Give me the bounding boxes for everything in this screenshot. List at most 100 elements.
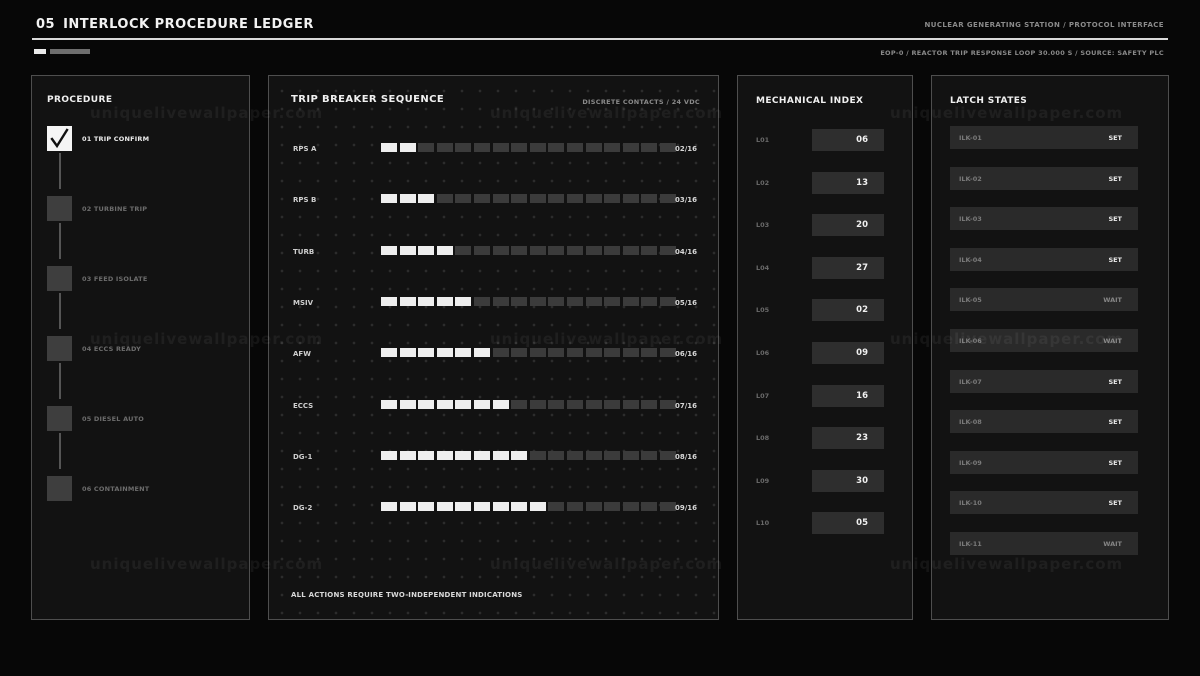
index-value: 02 — [812, 299, 884, 322]
contact-cell-open — [492, 245, 509, 255]
contact-cell-open — [604, 502, 621, 512]
index-key: L04 — [756, 263, 770, 272]
latch-key: ILK-04 — [959, 255, 982, 264]
latch-state: SET — [1108, 499, 1122, 508]
contact-cell-open — [529, 450, 546, 460]
contact-cell-closed — [381, 296, 397, 306]
trip-row-count: 07/16 — [675, 401, 698, 410]
contact-cell-open — [566, 194, 583, 204]
index-value: 09 — [812, 342, 884, 364]
contact-cell-closed — [399, 296, 416, 306]
contact-cell-open — [566, 245, 583, 255]
mechanical-index-row: L07 16 — [756, 384, 886, 407]
contact-cell-open — [659, 245, 676, 255]
mechanical-index-row: L04 27 — [756, 256, 886, 279]
procedure-step[interactable]: 02 TURBINE TRIP — [47, 196, 237, 222]
contact-cell-open — [604, 348, 621, 358]
index-key: L05 — [756, 306, 770, 315]
contact-cell-closed — [381, 399, 397, 409]
trip-row-count: 09/16 — [675, 504, 698, 513]
mechanical-index-row: L06 09 — [756, 342, 886, 364]
step-checkbox[interactable] — [47, 406, 72, 431]
contact-cell-open — [641, 245, 658, 255]
contact-cell-open — [622, 502, 639, 512]
procedure-step-label: 01 TRIP CONFIRM — [82, 135, 150, 143]
system-label: NUCLEAR GENERATING STATION / PROTOCOL IN… — [924, 21, 1164, 29]
step-checkbox[interactable] — [47, 476, 72, 501]
contact-cell-open — [566, 450, 583, 460]
procedure-panel: PROCEDURE 01 TRIP CONFIRM 02 TURBINE TRIP… — [31, 75, 250, 620]
latch-state: WAIT — [1103, 337, 1122, 345]
contact-cell-closed — [473, 502, 490, 512]
contact-cell-closed — [399, 399, 416, 409]
mechanical-index-row: L05 02 — [756, 299, 886, 322]
contact-cell-open — [585, 502, 602, 512]
step-connector — [59, 153, 61, 189]
contact-cell-closed — [436, 502, 453, 512]
latch-state: SET — [1108, 174, 1122, 183]
contact-cell-closed — [455, 348, 472, 358]
latch-row: ILK-11 WAIT — [950, 532, 1138, 555]
contact-bar — [381, 348, 676, 358]
step-checkbox[interactable] — [47, 196, 72, 221]
trip-row: AFW 06/16 — [293, 348, 708, 360]
contact-cell-open — [529, 348, 546, 358]
contact-cell-closed — [418, 194, 435, 204]
procedure-step[interactable]: 06 CONTAINMENT — [47, 476, 237, 502]
index-key: L08 — [756, 434, 770, 443]
latch-row: ILK-10 SET — [950, 491, 1138, 515]
contact-cell-open — [641, 502, 658, 512]
step-checkbox-checked[interactable] — [47, 126, 72, 151]
contact-cell-closed — [399, 348, 416, 358]
latch-state: SET — [1108, 418, 1122, 427]
contact-cell-open — [659, 194, 676, 204]
procedure-source-line: EOP-0 / REACTOR TRIP RESPONSE LOOP 30.00… — [880, 49, 1164, 57]
contact-cell-open — [604, 450, 621, 460]
contact-cell-open — [622, 245, 639, 255]
contact-cell-closed — [418, 348, 435, 358]
contact-cell-open — [511, 399, 528, 409]
contact-cell-open — [641, 348, 658, 358]
procedure-step-label: 02 TURBINE TRIP — [82, 205, 148, 213]
index-key: L03 — [756, 221, 770, 230]
trip-row-count: 03/16 — [675, 196, 698, 205]
contact-cell-open — [622, 399, 639, 409]
latch-states-title: LATCH STATES — [950, 96, 1028, 106]
contact-cell-open — [455, 194, 472, 204]
trip-row: MSIV 05/16 — [293, 296, 708, 309]
contact-cell-open — [473, 194, 490, 204]
step-connector — [59, 433, 61, 469]
procedure-step[interactable]: 01 TRIP CONFIRM — [47, 126, 237, 152]
index-value: 27 — [812, 256, 884, 279]
contact-cell-open — [455, 143, 472, 152]
contact-cell-open — [566, 348, 583, 358]
contact-cell-open — [585, 296, 602, 306]
contact-cell-open — [548, 450, 565, 460]
contact-cell-open — [511, 348, 528, 358]
trip-row: TURB 04/16 — [293, 245, 708, 258]
index-value: 30 — [812, 469, 884, 492]
latch-key: ILK-11 — [959, 540, 982, 548]
contact-cell-open — [659, 399, 676, 409]
contact-cell-closed — [418, 399, 435, 409]
contact-cell-closed — [473, 450, 490, 460]
latch-key: ILK-07 — [959, 377, 982, 386]
contact-cell-closed — [473, 399, 490, 409]
trip-row-label: DG-1 — [293, 452, 313, 461]
mechanical-index-row: L03 20 — [756, 214, 886, 237]
procedure-step[interactable]: 04 ECCS READY — [47, 336, 237, 362]
contact-cell-closed — [399, 143, 416, 152]
procedure-step[interactable]: 03 FEED ISOLATE — [47, 266, 237, 292]
step-checkbox[interactable] — [47, 266, 72, 291]
trip-row-label: ECCS — [293, 401, 314, 410]
latch-state: SET — [1108, 215, 1122, 224]
contact-cell-closed — [418, 296, 435, 306]
index-key: L01 — [756, 136, 770, 144]
contact-cell-closed — [529, 502, 546, 512]
contact-bar — [381, 296, 676, 306]
header-marker-primary — [34, 49, 46, 54]
trip-breaker-title: TRIP BREAKER SEQUENCE — [291, 94, 445, 105]
procedure-step[interactable]: 05 DIESEL AUTO — [47, 406, 237, 432]
step-checkbox[interactable] — [47, 336, 72, 361]
index-key: L10 — [756, 519, 770, 528]
